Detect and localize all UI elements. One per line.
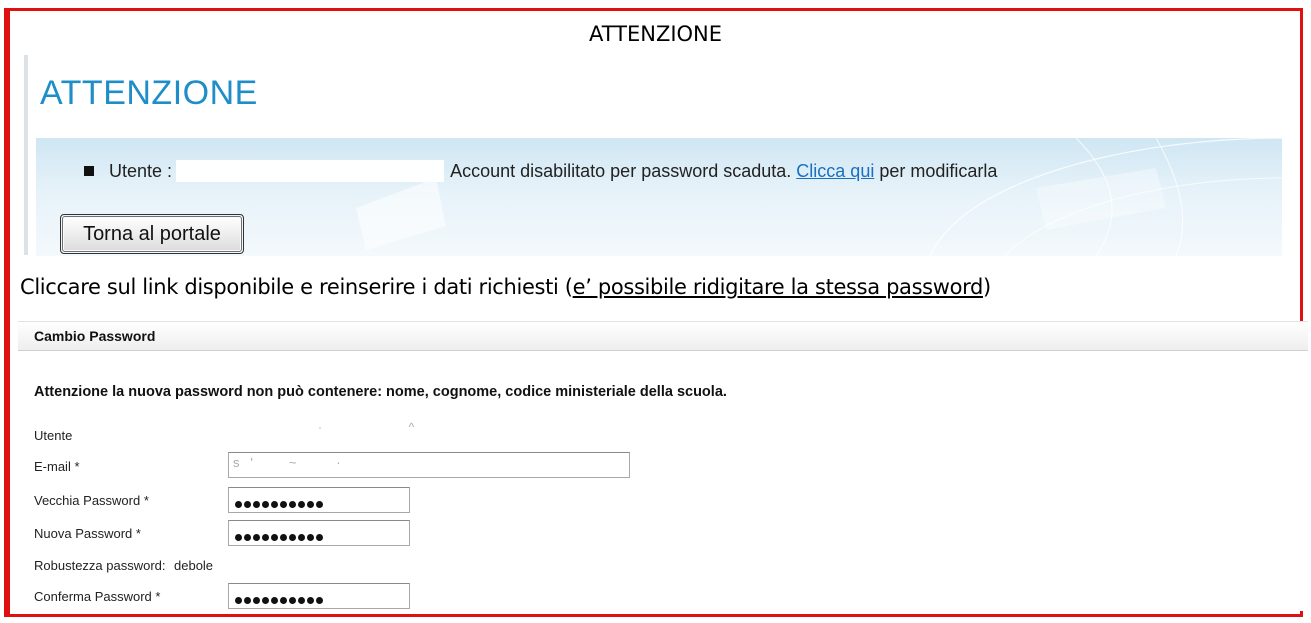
instruction-underlined: e’ possibile ridigitare la stessa passwo…	[572, 275, 984, 299]
redacted-username	[176, 160, 445, 182]
password-warning: Attenzione la nuova password non può con…	[34, 384, 727, 400]
instruction-plain: Cliccare sul link disponibile e reinseri…	[20, 275, 573, 299]
modify-password-link[interactable]: Clicca qui	[796, 161, 874, 181]
message-suffix: per modificarla	[879, 161, 998, 181]
document-title: ATTENZIONE	[588, 22, 723, 46]
message-prefix: Utente :	[109, 161, 173, 181]
message-text: Account disabilitato per password scadut…	[450, 161, 792, 181]
email-label: E-mail *	[34, 459, 80, 474]
panel-title: Cambio Password	[34, 328, 156, 344]
alert-message: Utente : Account disabilitato per passwo…	[84, 160, 997, 182]
confirm-password-label: Conferma Password *	[34, 589, 161, 604]
alert-heading: ATTENZIONE	[40, 74, 258, 112]
new-password-field[interactable]	[228, 520, 410, 546]
instruction-end: )	[982, 275, 991, 299]
confirm-password-field[interactable]	[228, 583, 410, 609]
masked-password	[235, 529, 325, 544]
masked-password	[235, 496, 325, 511]
panel-header: Cambio Password	[18, 321, 1308, 351]
bullet-icon	[84, 166, 94, 176]
new-password-label: Nuova Password *	[34, 526, 141, 541]
password-change-panel: Cambio Password Attenzione la nuova pass…	[18, 321, 1308, 611]
email-field[interactable]: s ' ~ ·	[228, 452, 630, 478]
user-label: Utente	[34, 428, 73, 443]
old-password-field[interactable]	[228, 487, 410, 513]
instruction-text: Cliccare sul link disponibile e reinseri…	[20, 275, 991, 299]
old-password-label: Vecchia Password *	[34, 493, 149, 508]
password-strength-value: debole	[174, 558, 214, 573]
back-to-portal-button[interactable]: Torna al portale	[60, 214, 244, 254]
password-strength-label: Robustezza password:	[34, 558, 166, 573]
masked-password	[235, 592, 325, 607]
redacted-user-value: · ^	[318, 420, 415, 434]
